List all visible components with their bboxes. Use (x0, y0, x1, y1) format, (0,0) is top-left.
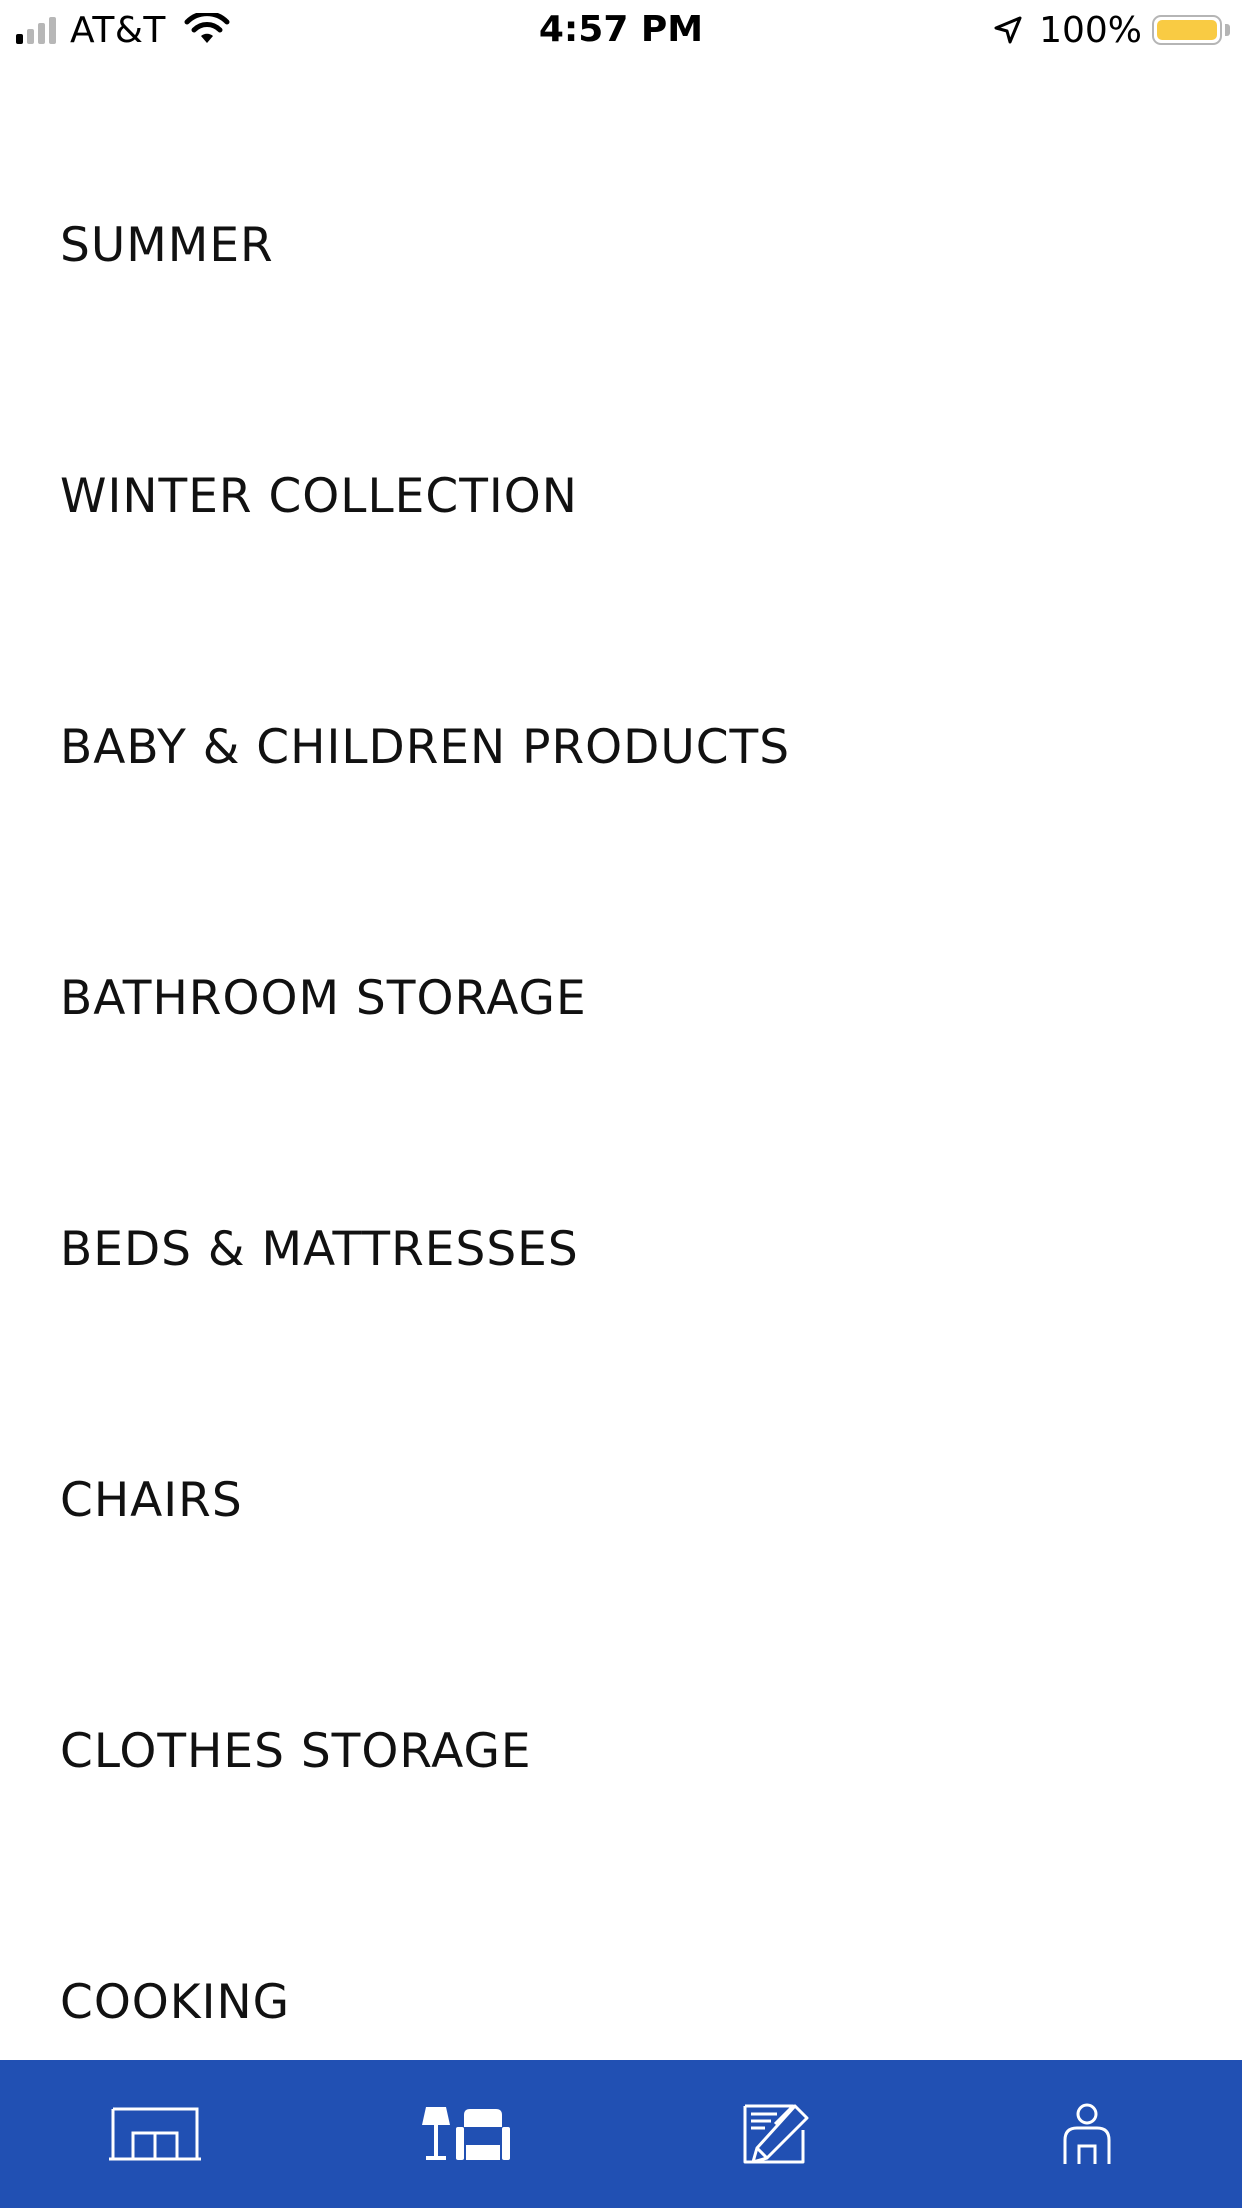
location-arrow-icon (994, 16, 1022, 44)
category-item-cooking[interactable]: COOKING (60, 1963, 290, 2043)
tab-rooms[interactable] (0, 2060, 311, 2208)
category-item-baby-children-products[interactable]: BABY & CHILDREN PRODUCTS (60, 708, 790, 788)
category-item-beds-mattresses[interactable]: BEDS & MATTRESSES (60, 1210, 579, 1290)
battery-fill (1157, 20, 1217, 40)
category-item-bathroom-storage[interactable]: BATHROOM STORAGE (60, 959, 587, 1039)
tab-lists[interactable] (621, 2060, 932, 2208)
battery-percent: 100% (1039, 9, 1142, 51)
tab-profile[interactable] (932, 2060, 1242, 2208)
profile-icon (1063, 2103, 1111, 2164)
category-item-winter-collection[interactable]: WINTER COLLECTION (60, 457, 578, 537)
edit-list-icon (743, 2104, 809, 2164)
status-bar: AT&T 4:57 PM 100% (0, 0, 1242, 62)
category-item-clothes-storage[interactable]: CLOTHES STORAGE (60, 1712, 532, 1792)
category-item-chairs[interactable]: CHAIRS (60, 1461, 243, 1541)
battery-icon (1152, 15, 1222, 45)
status-right: 100% (993, 8, 1230, 52)
category-list: SUMMER WINTER COLLECTION BABY & CHILDREN… (0, 62, 1242, 2060)
tab-products[interactable] (311, 2060, 622, 2208)
furniture-icon (421, 2107, 510, 2160)
battery-cap (1225, 24, 1230, 36)
bottom-tab-bar (0, 2060, 1242, 2208)
category-item-summer[interactable]: SUMMER (60, 206, 274, 286)
room-icon (109, 2107, 202, 2161)
